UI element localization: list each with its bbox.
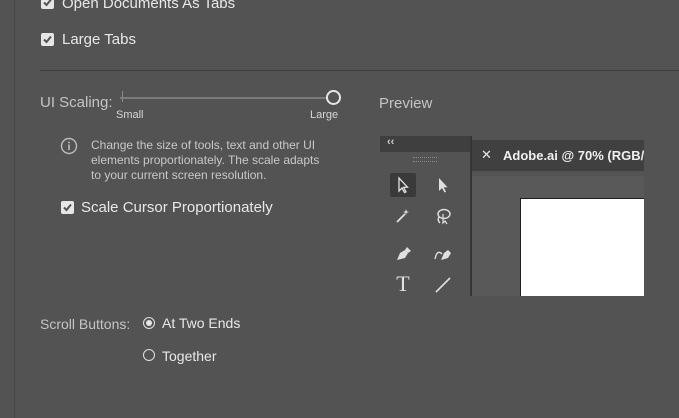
open-documents-as-tabs-checkbox[interactable] [41, 0, 54, 9]
preview-canvas [472, 176, 644, 296]
scroll-buttons-label: Scroll Buttons: [40, 316, 131, 332]
document-tab-title: Adobe.ai @ 70% (RGB/ [503, 148, 644, 163]
radio-selected-dot [146, 320, 152, 326]
preview-image: ‹‹ T ✕ Adobe.ai @ 70% (RGB/ [380, 136, 644, 296]
checkmark-icon [43, 0, 52, 7]
checkmark-icon [43, 35, 52, 44]
section-divider [40, 70, 679, 71]
ui-scaling-slider-thumb[interactable] [326, 90, 341, 105]
ui-scaling-slider-min-tick [122, 91, 123, 102]
scroll-buttons-together-radio[interactable] [143, 349, 155, 361]
collapse-icon: ‹‹ [387, 136, 395, 148]
scale-cursor-checkbox[interactable] [61, 201, 74, 214]
scroll-buttons-at-two-ends-radio[interactable] [143, 317, 155, 329]
together-label: Together [162, 348, 217, 364]
ui-scaling-info-text: Change the size of tools, text and other… [91, 138, 319, 183]
magic-wand-tool-icon [390, 204, 416, 228]
ui-scaling-min-label: Small [116, 109, 144, 121]
large-tabs-label: Large Tabs [62, 31, 136, 48]
ui-scaling-label: UI Scaling: [40, 94, 113, 111]
line-tool-icon [430, 272, 456, 296]
large-tabs-checkbox[interactable] [41, 33, 54, 46]
info-icon [60, 137, 78, 155]
close-icon: ✕ [481, 147, 492, 162]
at-two-ends-label: At Two Ends [162, 315, 241, 331]
info-text-line: Change the size of tools, text and other… [91, 138, 316, 152]
preview-document-tab: ✕ Adobe.ai @ 70% (RGB/ [472, 140, 644, 171]
preview-artboard [520, 198, 644, 296]
ui-scaling-max-label: Large [310, 109, 339, 121]
curvature-tool-icon [430, 242, 456, 266]
open-documents-as-tabs-label: Open Documents As Tabs [62, 0, 236, 12]
grip-icon [413, 157, 437, 162]
info-text-line: to your current screen resolution. [91, 168, 267, 182]
preview-tool-panel-header: ‹‹ [380, 136, 470, 152]
pen-tool-icon [390, 242, 416, 266]
preview-tool-panel: ‹‹ T [380, 136, 471, 296]
preview-document-area: ✕ Adobe.ai @ 70% (RGB/ [472, 136, 644, 296]
type-tool-icon: T [396, 271, 410, 296]
preview-label: Preview [379, 95, 433, 112]
panel-left-border [14, 0, 15, 418]
direct-selection-tool-icon [430, 173, 456, 197]
ui-scaling-slider-track[interactable] [120, 97, 334, 99]
info-text-line: elements proportionately. The scale adap… [91, 153, 320, 167]
lasso-tool-icon [430, 204, 456, 228]
scale-cursor-label: Scale Cursor Proportionately [81, 199, 273, 216]
checkmark-icon [63, 203, 72, 212]
selection-tool-icon [390, 173, 416, 197]
